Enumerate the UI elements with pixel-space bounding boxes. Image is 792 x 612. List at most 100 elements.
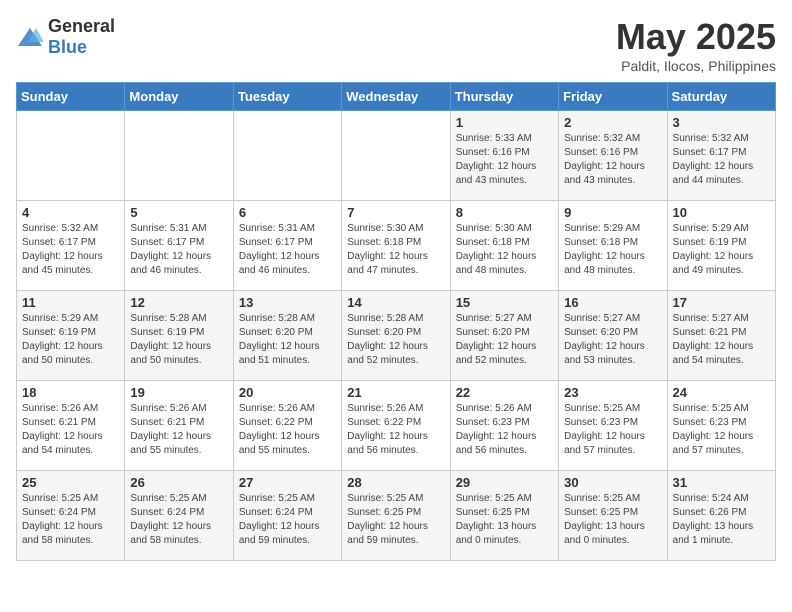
table-row: 9 Sunrise: 5:29 AMSunset: 6:18 PMDaylight… <box>559 201 667 291</box>
day-number: 30 <box>564 475 661 490</box>
day-number: 19 <box>130 385 227 400</box>
day-info: Sunrise: 5:25 AMSunset: 6:23 PMDaylight:… <box>564 402 661 458</box>
day-number: 15 <box>456 295 553 310</box>
day-info: Sunrise: 5:24 AMSunset: 6:26 PMDaylight:… <box>673 492 770 548</box>
day-info: Sunrise: 5:30 AMSunset: 6:18 PMDaylight:… <box>347 222 444 278</box>
day-info: Sunrise: 5:31 AMSunset: 6:17 PMDaylight:… <box>130 222 227 278</box>
day-number: 26 <box>130 475 227 490</box>
day-number: 10 <box>673 205 770 220</box>
day-number: 18 <box>22 385 119 400</box>
table-row: 16Sunrise: 5:27 AMSunset: 6:20 PMDayligh… <box>559 291 667 381</box>
table-row: 2Sunrise: 5:32 AMSunset: 6:16 PMDaylight… <box>559 111 667 201</box>
day-number: 27 <box>239 475 336 490</box>
day-info: Sunrise: 5:29 AMSunset: 6:19 PMDaylight:… <box>673 222 770 278</box>
logo-icon <box>16 26 44 48</box>
day-info: Sunrise: 5:26 AMSunset: 6:22 PMDaylight:… <box>347 402 444 458</box>
day-number: 20 <box>239 385 336 400</box>
table-row: 5 Sunrise: 5:31 AMSunset: 6:17 PMDaylight… <box>125 201 233 291</box>
table-row <box>233 111 341 201</box>
day-number: 23 <box>564 385 661 400</box>
day-info: Sunrise: 5:27 AMSunset: 6:21 PMDaylight:… <box>673 312 770 368</box>
day-number: 25 <box>22 475 119 490</box>
table-row: 31 Sunrise: 5:24 AMSunset: 6:26 PMDayligh… <box>667 471 775 561</box>
day-info: Sunrise: 5:26 AMSunset: 6:23 PMDaylight:… <box>456 402 553 458</box>
table-row <box>342 111 450 201</box>
day-info: Sunrise: 5:27 AMSunset: 6:20 PMDaylight:… <box>456 312 553 368</box>
table-row: 15 Sunrise: 5:27 AMSunset: 6:20 PMDayligh… <box>450 291 558 381</box>
day-number: 3 <box>673 115 770 130</box>
day-info: Sunrise: 5:26 AMSunset: 6:22 PMDaylight:… <box>239 402 336 458</box>
day-number: 5 <box>130 205 227 220</box>
header-saturday: Saturday <box>667 83 775 111</box>
table-row: 22 Sunrise: 5:26 AMSunset: 6:23 PMDayligh… <box>450 381 558 471</box>
day-info: Sunrise: 5:32 AMSunset: 6:17 PMDaylight:… <box>673 132 770 188</box>
month-title: May 2025 <box>616 16 776 58</box>
title-block: May 2025 Paldit, Ilocos, Philippines <box>616 16 776 74</box>
table-row: 21 Sunrise: 5:26 AMSunset: 6:22 PMDayligh… <box>342 381 450 471</box>
table-row: 7 Sunrise: 5:30 AMSunset: 6:18 PMDaylight… <box>342 201 450 291</box>
page-header: General Blue May 2025 Paldit, Ilocos, Ph… <box>16 16 776 74</box>
day-info: Sunrise: 5:27 AMSunset: 6:20 PMDaylight:… <box>564 312 661 368</box>
logo-text-blue: Blue <box>48 37 87 57</box>
table-row: 19 Sunrise: 5:26 AMSunset: 6:21 PMDayligh… <box>125 381 233 471</box>
day-info: Sunrise: 5:26 AMSunset: 6:21 PMDaylight:… <box>130 402 227 458</box>
table-row <box>125 111 233 201</box>
table-row: 13 Sunrise: 5:28 AMSunset: 6:20 PMDayligh… <box>233 291 341 381</box>
day-info: Sunrise: 5:28 AMSunset: 6:19 PMDaylight:… <box>130 312 227 368</box>
day-number: 4 <box>22 205 119 220</box>
day-info: Sunrise: 5:25 AMSunset: 6:25 PMDaylight:… <box>347 492 444 548</box>
table-row: 8Sunrise: 5:30 AMSunset: 6:18 PMDaylight… <box>450 201 558 291</box>
day-info: Sunrise: 5:25 AMSunset: 6:25 PMDaylight:… <box>564 492 661 548</box>
day-info: Sunrise: 5:25 AMSunset: 6:25 PMDaylight:… <box>456 492 553 548</box>
header-sunday: Sunday <box>17 83 125 111</box>
table-row: 10 Sunrise: 5:29 AMSunset: 6:19 PMDayligh… <box>667 201 775 291</box>
day-info: Sunrise: 5:32 AMSunset: 6:16 PMDaylight:… <box>564 132 661 188</box>
calendar-table: Sunday Monday Tuesday Wednesday Thursday… <box>16 82 776 561</box>
table-row: 18 Sunrise: 5:26 AMSunset: 6:21 PMDayligh… <box>17 381 125 471</box>
day-info: Sunrise: 5:28 AMSunset: 6:20 PMDaylight:… <box>347 312 444 368</box>
table-row: 11 Sunrise: 5:29 AMSunset: 6:19 PMDayligh… <box>17 291 125 381</box>
day-number: 6 <box>239 205 336 220</box>
day-number: 31 <box>673 475 770 490</box>
day-info: Sunrise: 5:29 AMSunset: 6:18 PMDaylight:… <box>564 222 661 278</box>
day-number: 7 <box>347 205 444 220</box>
table-row: 3 Sunrise: 5:32 AMSunset: 6:17 PMDaylight… <box>667 111 775 201</box>
day-number: 21 <box>347 385 444 400</box>
day-info: Sunrise: 5:33 AMSunset: 6:16 PMDaylight:… <box>456 132 553 188</box>
logo: General Blue <box>16 16 115 58</box>
header-tuesday: Tuesday <box>233 83 341 111</box>
day-number: 11 <box>22 295 119 310</box>
day-number: 13 <box>239 295 336 310</box>
day-number: 29 <box>456 475 553 490</box>
table-row: 28 Sunrise: 5:25 AMSunset: 6:25 PMDayligh… <box>342 471 450 561</box>
table-row: 12 Sunrise: 5:28 AMSunset: 6:19 PMDayligh… <box>125 291 233 381</box>
day-info: Sunrise: 5:26 AMSunset: 6:21 PMDaylight:… <box>22 402 119 458</box>
table-row <box>17 111 125 201</box>
logo-text-general: General <box>48 16 115 36</box>
day-number: 17 <box>673 295 770 310</box>
day-info: Sunrise: 5:25 AMSunset: 6:24 PMDaylight:… <box>130 492 227 548</box>
day-info: Sunrise: 5:31 AMSunset: 6:17 PMDaylight:… <box>239 222 336 278</box>
day-info: Sunrise: 5:25 AMSunset: 6:24 PMDaylight:… <box>22 492 119 548</box>
day-info: Sunrise: 5:28 AMSunset: 6:20 PMDaylight:… <box>239 312 336 368</box>
table-row: 20 Sunrise: 5:26 AMSunset: 6:22 PMDayligh… <box>233 381 341 471</box>
day-number: 28 <box>347 475 444 490</box>
header-monday: Monday <box>125 83 233 111</box>
table-row: 25 Sunrise: 5:25 AMSunset: 6:24 PMDayligh… <box>17 471 125 561</box>
table-row: 1Sunrise: 5:33 AMSunset: 6:16 PMDaylight… <box>450 111 558 201</box>
day-number: 22 <box>456 385 553 400</box>
day-number: 9 <box>564 205 661 220</box>
calendar-header: Sunday Monday Tuesday Wednesday Thursday… <box>17 83 776 111</box>
day-number: 14 <box>347 295 444 310</box>
header-friday: Friday <box>559 83 667 111</box>
table-row: 27Sunrise: 5:25 AMSunset: 6:24 PMDayligh… <box>233 471 341 561</box>
day-number: 24 <box>673 385 770 400</box>
day-info: Sunrise: 5:29 AMSunset: 6:19 PMDaylight:… <box>22 312 119 368</box>
day-info: Sunrise: 5:25 AMSunset: 6:23 PMDaylight:… <box>673 402 770 458</box>
calendar-body: 1Sunrise: 5:33 AMSunset: 6:16 PMDaylight… <box>17 111 776 561</box>
table-row: 30 Sunrise: 5:25 AMSunset: 6:25 PMDayligh… <box>559 471 667 561</box>
header-thursday: Thursday <box>450 83 558 111</box>
day-number: 12 <box>130 295 227 310</box>
table-row: 29 Sunrise: 5:25 AMSunset: 6:25 PMDayligh… <box>450 471 558 561</box>
header-wednesday: Wednesday <box>342 83 450 111</box>
